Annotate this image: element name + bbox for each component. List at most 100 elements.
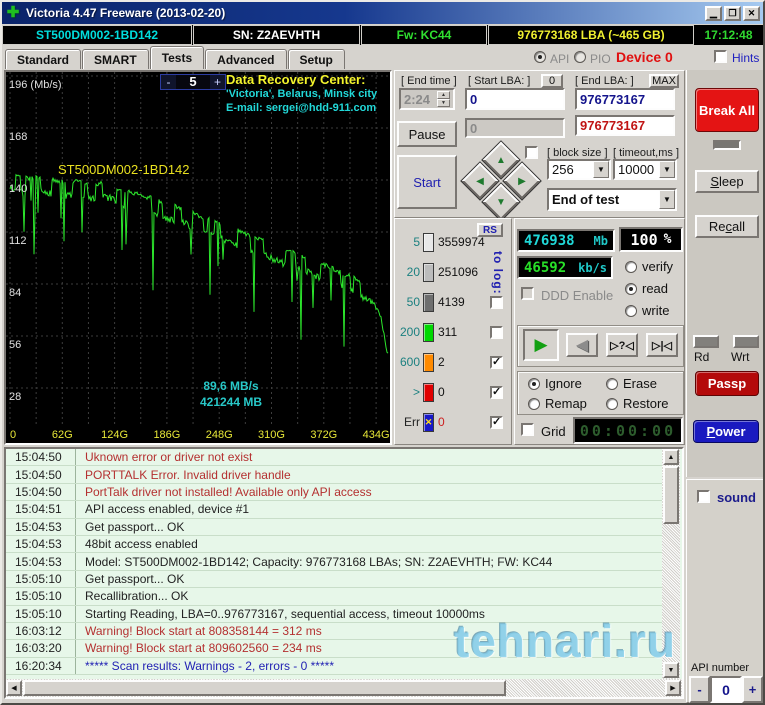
scale-minus-button[interactable]: - <box>161 75 176 89</box>
dropdown-icon[interactable]: ▼ <box>659 190 675 209</box>
seek-question-button[interactable]: ▷?◁ <box>606 333 638 357</box>
api-plus-button[interactable]: + <box>742 676 763 703</box>
block-size-label: [ block size ] <box>547 147 608 159</box>
dropdown-icon[interactable]: ▼ <box>659 161 675 178</box>
log-message: Warning! Block start at 809602560 = 234 … <box>85 641 322 656</box>
sound-checkbox[interactable] <box>697 490 710 503</box>
hints-checkbox[interactable] <box>714 50 727 63</box>
write-radio[interactable] <box>625 304 637 317</box>
scroll-down-icon[interactable]: ▼ <box>663 662 679 678</box>
tab-tests[interactable]: Tests <box>149 46 205 69</box>
bin-log-checkbox[interactable]: ✓ <box>490 415 503 429</box>
test-controls-panel: [ End time ] 2:24 ▲ ▼ [ Start LBA: ] 0 [… <box>394 70 685 221</box>
tab-setup[interactable]: Setup <box>287 49 345 69</box>
speed-lcd: 46592 kb/s <box>517 256 613 279</box>
ddd-enable-checkbox[interactable] <box>521 287 534 300</box>
spin-up-icon[interactable]: ▲ <box>437 91 450 99</box>
scale-plus-button[interactable]: + <box>210 75 225 89</box>
title-bar[interactable]: ✚ Victoria 4.47 Freeware (2013-02-20) ▁ ❐… <box>2 2 763 24</box>
scroll-right-icon[interactable]: ▶ <box>665 680 681 696</box>
write-option[interactable]: write <box>625 303 669 318</box>
log-time: 15:04:53 <box>6 518 76 535</box>
bin-count: 251096 <box>438 265 479 279</box>
start-button[interactable]: Start <box>397 155 457 209</box>
bin-log-checkbox[interactable] <box>490 295 503 309</box>
seek-end-button[interactable]: ▷|◁ <box>646 333 678 357</box>
bin-log-checkbox[interactable]: ✓ <box>490 355 503 369</box>
end-action-select[interactable]: End of test ▼ <box>547 188 677 211</box>
restore-option[interactable]: Restore <box>606 396 669 411</box>
tab-advanced[interactable]: Advanced <box>205 49 287 69</box>
break-all-button[interactable]: Break All <box>695 88 759 132</box>
back-button[interactable]: ◀ <box>566 333 598 357</box>
vscroll-thumb[interactable] <box>663 466 679 524</box>
timeout-select[interactable]: 10000 ▼ <box>613 159 677 180</box>
remap-radio[interactable] <box>528 397 540 410</box>
bin-color-block <box>423 382 434 402</box>
activity-indicator <box>713 140 741 150</box>
end-time-spinner[interactable]: 2:24 ▲ ▼ <box>399 88 455 110</box>
sleep-button[interactable]: Sleep <box>695 170 759 193</box>
log-row: 15:04:50 PortTalk driver not installed! A… <box>6 483 664 502</box>
pause-button[interactable]: Pause <box>397 121 457 147</box>
play-button[interactable]: ▶ <box>523 329 559 361</box>
api-minus-button[interactable]: - <box>689 676 710 703</box>
log-hscrollbar[interactable]: ◀ ▶ <box>6 679 682 697</box>
passp-button[interactable]: Passp <box>695 371 759 396</box>
read-option[interactable]: read <box>625 281 668 296</box>
minimize-button[interactable]: ▁ <box>705 5 722 21</box>
block-size-select[interactable]: 256 ▼ <box>547 159 611 180</box>
read-radio[interactable] <box>625 282 637 295</box>
log-message: Starting Reading, LBA=0..976773167, sequ… <box>85 606 485 621</box>
grid-checkbox[interactable] <box>521 423 534 436</box>
log-row: 15:05:10 Get passport... OK <box>6 570 664 589</box>
zero-lba-button[interactable]: 0 <box>541 74 563 88</box>
banner-line2: 'Victoria', Belarus, Minsk city <box>226 88 378 100</box>
log-time: 16:03:20 <box>6 640 76 657</box>
bin-label: 20 <box>406 265 420 279</box>
log-message: API access enabled, device #1 <box>85 502 250 517</box>
end-lba-input[interactable]: 976773167 <box>575 88 675 110</box>
ignore-radio[interactable] <box>528 377 540 390</box>
bin-label: 600 <box>399 355 420 369</box>
bin-label: 200 <box>399 325 420 339</box>
log-vscrollbar[interactable]: ▲ ▼ <box>662 449 680 679</box>
verify-option[interactable]: verify <box>625 259 673 274</box>
scroll-up-icon[interactable]: ▲ <box>663 449 679 465</box>
reset-stats-button[interactable]: RS <box>477 223 503 237</box>
tab-smart[interactable]: SMART <box>82 49 149 69</box>
erase-option[interactable]: Erase <box>606 376 657 391</box>
max-lba-button[interactable]: MAX <box>649 74 679 88</box>
hints-label: Hints <box>732 51 760 65</box>
speed-graph-panel: 196 (Mb/s) 168 140 112 84 56 28 0 62G 124G 186G 248… <box>4 70 392 445</box>
nav-option-checkbox[interactable] <box>525 146 538 159</box>
hscroll-thumb[interactable] <box>23 680 506 696</box>
start-lba-input[interactable]: 0 <box>465 88 565 110</box>
bin-log-checkbox[interactable] <box>490 325 503 339</box>
end-time-spin-buttons[interactable]: ▲ ▼ <box>437 91 450 107</box>
close-button[interactable]: ✕ <box>743 5 760 21</box>
remap-option[interactable]: Remap <box>528 396 587 411</box>
ignore-option[interactable]: Ignore <box>528 376 582 391</box>
log-time: 15:04:53 <box>6 553 76 570</box>
verify-radio[interactable] <box>625 260 637 273</box>
spin-down-icon[interactable]: ▼ <box>437 99 450 107</box>
maximize-button[interactable]: ❐ <box>724 5 741 21</box>
pio-radio[interactable] <box>574 51 586 63</box>
log-time: 15:05:10 <box>6 605 76 622</box>
bin-color-block <box>423 232 434 252</box>
misc-panel: sound API number - 0 + <box>686 479 763 703</box>
restore-radio[interactable] <box>606 397 618 410</box>
drive-model: ST500DM002-1BD142 <box>2 25 192 45</box>
bin-log-checkbox[interactable]: ✓ <box>490 385 503 399</box>
play-icon: ▶ <box>534 335 548 354</box>
recall-button[interactable]: Re c all <box>695 215 759 238</box>
log-time: 15:04:53 <box>6 535 76 553</box>
dropdown-icon[interactable]: ▼ <box>593 161 609 178</box>
api-radio[interactable] <box>534 51 546 63</box>
drive-info-bar: ST500DM002-1BD142 SN: Z2AEVHTH Fw: KC44 … <box>2 25 763 45</box>
erase-radio[interactable] <box>606 377 618 390</box>
tab-standard[interactable]: Standard <box>5 49 82 69</box>
scroll-left-icon[interactable]: ◀ <box>6 680 22 696</box>
power-button[interactable]: Power <box>693 420 759 443</box>
